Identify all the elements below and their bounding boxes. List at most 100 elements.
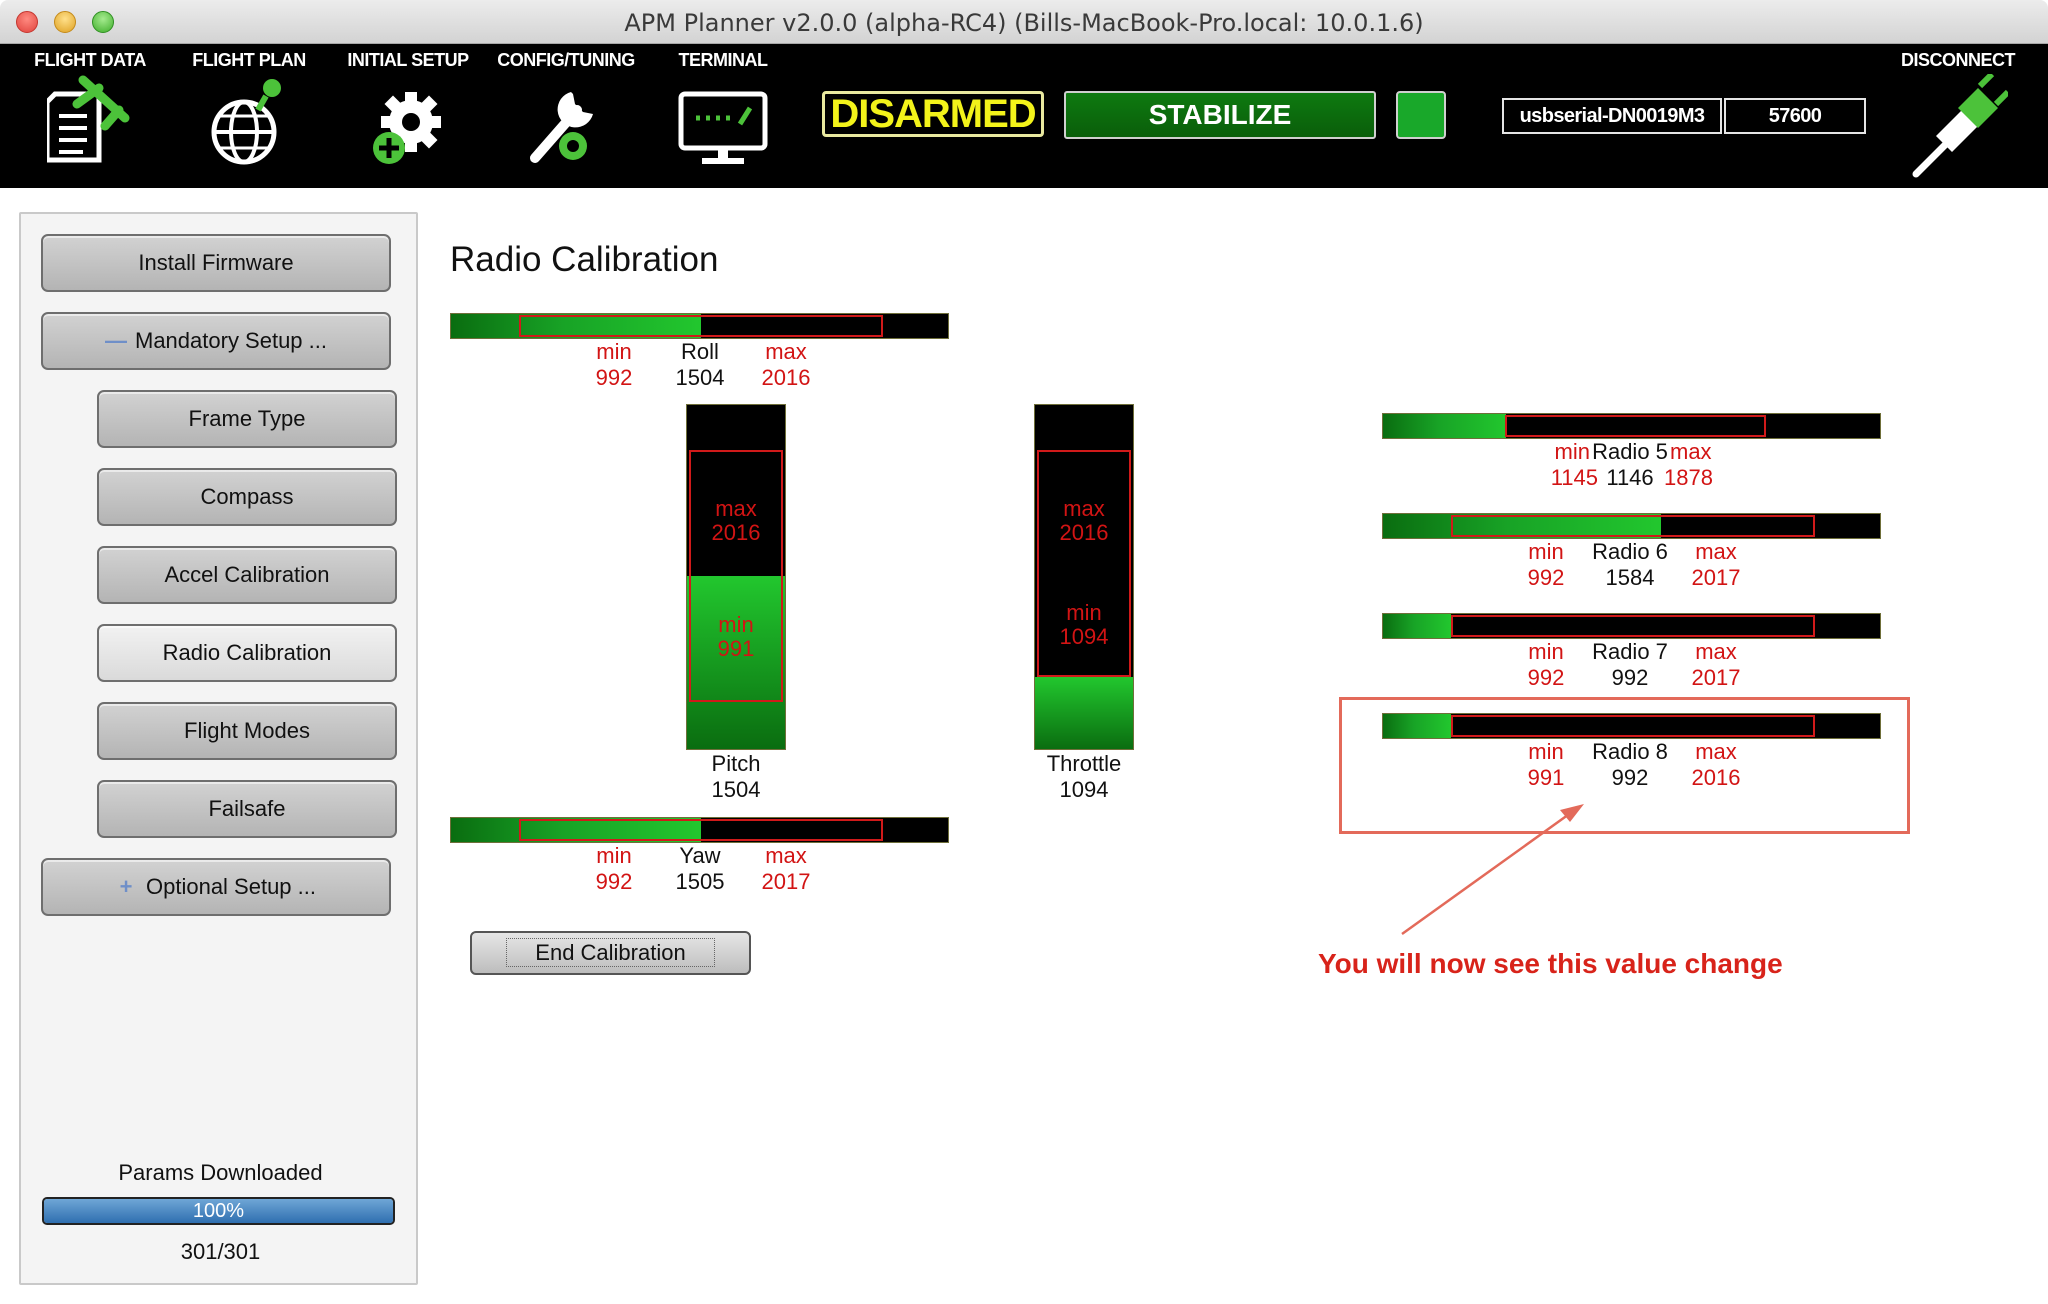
params-downloaded-label: Params Downloaded [118, 1160, 323, 1185]
roll-value: 1504 [675, 365, 725, 390]
yaw-value: 1505 [675, 869, 725, 894]
throttle-max-value: 2016 [1059, 520, 1109, 545]
throttle-channel-bar [1034, 404, 1134, 750]
window-titlebar: APM Planner v2.0.0 (alpha-RC4) (Bills-Ma… [0, 0, 2048, 44]
radio7-value: 992 [1611, 665, 1649, 690]
roll-name: Roll [681, 339, 719, 364]
end-calibration-label: End Calibration [506, 938, 715, 967]
optional-setup-label: Optional Setup ... [146, 874, 316, 899]
sidebar-item-failsafe[interactable]: Failsafe [97, 780, 397, 838]
arm-status-indicator: DISARMED [822, 91, 1044, 137]
plug-icon [1912, 74, 2008, 178]
main-toolbar: FLIGHT DATA FLIGHT PLAN INITIAL SETUP CO… [0, 44, 2048, 188]
throttle-name: Throttle [1046, 751, 1122, 776]
serial-port-select[interactable]: usbserial-DN0019M3 [1502, 98, 1722, 134]
yaw-range-outline [519, 819, 884, 841]
radio6-range-outline [1451, 515, 1816, 537]
mandatory-setup-label: Mandatory Setup ... [135, 328, 327, 353]
radio7-min-value: 992 [1527, 665, 1565, 690]
radio7-max-value: 2017 [1691, 665, 1741, 690]
radio6-value: 1584 [1605, 565, 1655, 590]
pitch-name: Pitch [711, 751, 761, 776]
yaw-max-label: max [765, 843, 807, 868]
sidebar-item-accel-calibration[interactable]: Accel Calibration [97, 546, 397, 604]
roll-min-value: 992 [595, 365, 633, 390]
radio5-max-value: 1878 [1664, 465, 1713, 490]
toolbar-flight-plan[interactable]: FLIGHT PLAN [184, 44, 314, 188]
pitch-channel-bar [686, 404, 786, 750]
roll-max-value: 2016 [761, 365, 811, 390]
radio6-channel-bar [1382, 513, 1881, 539]
params-progress-text: 100% [192, 1200, 245, 1222]
roll-max-label: max [765, 339, 807, 364]
throttle-min-value: 1094 [1059, 624, 1109, 649]
roll-channel-bar [450, 313, 949, 339]
radio7-channel-bar [1382, 613, 1881, 639]
yaw-channel-bar [450, 817, 949, 843]
throttle-min-label: min [1066, 600, 1102, 625]
throttle-value: 1094 [1059, 777, 1109, 802]
yaw-min-value: 992 [595, 869, 633, 894]
sidebar-item-flight-modes[interactable]: Flight Modes [97, 702, 397, 760]
radio6-name: Radio 6 [1592, 539, 1668, 564]
pitch-range-outline [689, 450, 783, 703]
annotation-text: You will now see this value change [1318, 948, 1783, 979]
radio5-max-label: max [1670, 439, 1712, 464]
optional-setup-button[interactable]: + Optional Setup ... [41, 858, 391, 916]
baud-rate-select[interactable]: 57600 [1724, 98, 1866, 134]
radio5-min-label: min [1554, 439, 1590, 464]
radio5-value: 1146 [1606, 465, 1654, 490]
plus-icon: + [119, 874, 133, 899]
radio5-name: Radio 5 [1592, 439, 1668, 464]
radio5-min-value: 1145 [1550, 465, 1598, 490]
radio6-min-label: min [1528, 539, 1564, 564]
sidebar-item-compass[interactable]: Compass [97, 468, 397, 526]
setup-sidebar: Install Firmware — Mandatory Setup ... Fr… [19, 212, 418, 1285]
radio5-channel-bar [1382, 413, 1881, 439]
toolbar-flight-data[interactable]: FLIGHT DATA [20, 44, 160, 188]
pitch-max-value: 2016 [711, 520, 761, 545]
disconnect-label: DISCONNECT [1900, 50, 2016, 70]
disconnect-button[interactable]: DISCONNECT [1880, 44, 2036, 188]
toolbar-config-tuning[interactable]: CONFIG/TUNING [492, 44, 640, 188]
yaw-name: Yaw [679, 843, 721, 868]
sidebar-item-radio-calibration[interactable]: Radio Calibration [97, 624, 397, 682]
throttle-max-label: max [1063, 496, 1105, 521]
roll-range-outline [519, 315, 883, 337]
status-light [1396, 91, 1446, 139]
annotation-highlight-box [1339, 697, 1910, 834]
flight-plan-icon [211, 79, 281, 165]
mandatory-setup-button[interactable]: — Mandatory Setup ... [41, 312, 391, 370]
toolbar-initial-setup-label: INITIAL SETUP [347, 50, 469, 70]
pitch-max-label: max [715, 496, 757, 521]
radio7-name: Radio 7 [1592, 639, 1668, 664]
minus-icon: — [105, 328, 127, 353]
end-calibration-button[interactable]: End Calibration [470, 931, 751, 975]
pitch-value: 1504 [711, 777, 761, 802]
roll-min-label: min [596, 339, 632, 364]
toolbar-flight-plan-label: FLIGHT PLAN [192, 50, 306, 70]
radio6-min-value: 992 [1527, 565, 1565, 590]
toolbar-terminal[interactable]: TERMINAL [658, 44, 788, 188]
radio7-range-outline [1451, 615, 1816, 637]
radio7-value-fill [1383, 614, 1452, 638]
params-count: 301/301 [180, 1239, 261, 1264]
toolbar-initial-setup[interactable]: INITIAL SETUP [334, 44, 482, 188]
radio7-max-label: max [1695, 639, 1737, 664]
radio6-max-value: 2017 [1691, 565, 1741, 590]
radio7-min-label: min [1528, 639, 1564, 664]
sidebar-item-frame-type[interactable]: Frame Type [97, 390, 397, 448]
initial-setup-icon [373, 92, 441, 164]
install-firmware-button[interactable]: Install Firmware [41, 234, 391, 292]
throttle-value-fill [1035, 676, 1133, 749]
flight-mode-indicator: STABILIZE [1064, 91, 1376, 139]
page-title: Radio Calibration [450, 240, 719, 279]
pitch-min-label: min [718, 612, 754, 637]
flight-data-icon [47, 75, 130, 163]
params-progress-bar: 100% [42, 1197, 395, 1225]
radio6-max-label: max [1695, 539, 1737, 564]
yaw-min-label: min [596, 843, 632, 868]
radio5-value-fill [1383, 414, 1506, 438]
window-title: APM Planner v2.0.0 (alpha-RC4) (Bills-Ma… [624, 9, 1424, 37]
toolbar-terminal-label: TERMINAL [678, 50, 769, 70]
